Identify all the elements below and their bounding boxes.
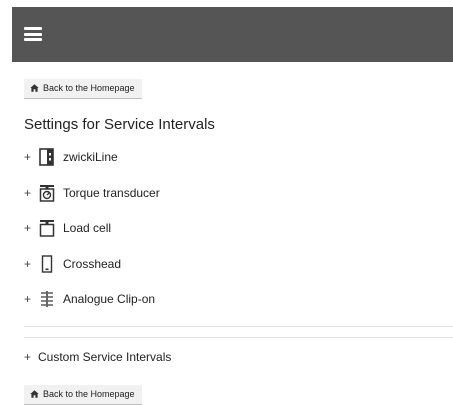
load-cell-icon [38, 219, 56, 237]
divider [24, 326, 453, 327]
back-button-label: Back to the Homepage [43, 389, 135, 399]
page-title: Settings for Service Intervals [24, 116, 215, 133]
divider [24, 337, 453, 338]
expand-icon[interactable]: + [24, 257, 38, 271]
device-label: zwickiLine [63, 150, 118, 164]
expand-icon[interactable]: + [24, 292, 38, 306]
home-icon [30, 80, 39, 99]
custom-intervals-label: Custom Service Intervals [38, 350, 172, 364]
expand-icon[interactable]: + [24, 221, 38, 235]
custom-service-intervals-item[interactable]: + Custom Service Intervals [24, 347, 171, 367]
hamburger-menu-icon[interactable] [24, 27, 42, 41]
device-item-torque-transducer[interactable]: + Torque transducer [24, 182, 160, 204]
zwickiline-machine-icon [38, 148, 56, 166]
torque-transducer-icon [38, 184, 56, 202]
clip-on-extensometer-icon [38, 290, 56, 308]
device-item-crosshead[interactable]: + Crosshead [24, 253, 121, 275]
device-label: Torque transducer [63, 186, 160, 200]
device-item-analogue-clip-on[interactable]: + Analogue Clip-on [24, 288, 155, 310]
device-label: Load cell [63, 221, 112, 235]
expand-icon[interactable]: + [24, 186, 38, 200]
back-to-homepage-button[interactable]: Back to the Homepage [24, 79, 142, 99]
top-strip [0, 0, 453, 7]
home-icon [30, 386, 39, 405]
back-button-label: Back to the Homepage [43, 83, 135, 93]
device-label: Crosshead [63, 257, 122, 271]
device-item-zwickiline[interactable]: + zwickiLine [24, 146, 118, 168]
expand-icon[interactable]: + [24, 150, 38, 164]
app-header [12, 7, 453, 62]
device-item-load-cell[interactable]: + Load cell [24, 217, 111, 239]
crosshead-icon [38, 255, 56, 273]
back-to-homepage-button[interactable]: Back to the Homepage [24, 385, 142, 405]
expand-icon[interactable]: + [24, 350, 38, 364]
device-label: Analogue Clip-on [63, 292, 156, 306]
